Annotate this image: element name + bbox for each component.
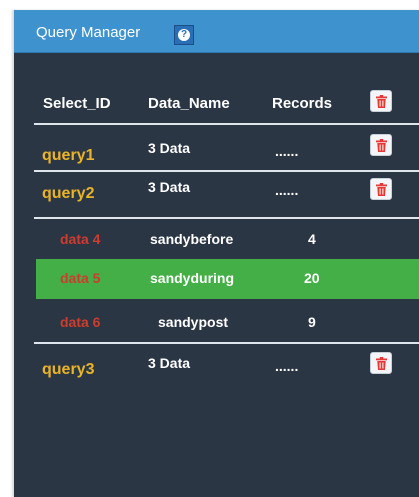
question-circle-icon: ? — [178, 29, 190, 41]
query-select-id[interactable]: query2 — [42, 185, 94, 203]
trash-icon — [376, 357, 387, 370]
column-header-select-id: Select_ID — [43, 95, 111, 112]
delete-query-button[interactable] — [370, 134, 392, 156]
row-divider — [34, 342, 419, 344]
help-button[interactable]: ? — [174, 25, 194, 45]
data-name: sandyduring — [150, 270, 235, 286]
data-select-id[interactable]: data 5 — [60, 270, 100, 286]
row-divider — [34, 217, 419, 219]
panel-header: Query Manager ? — [14, 10, 419, 53]
data-name: sandybefore — [150, 231, 234, 247]
trash-icon — [376, 95, 387, 108]
trash-icon — [376, 183, 387, 196]
query-select-id[interactable]: query1 — [42, 147, 94, 165]
query-records: ...... — [275, 182, 299, 198]
selected-data-row[interactable]: data 5 sandyduring 20 — [36, 259, 419, 299]
query-records: ...... — [275, 358, 299, 374]
query-data-name: 3 Data — [148, 355, 191, 371]
delete-query-button[interactable] — [370, 178, 392, 200]
data-select-id[interactable]: data 4 — [60, 231, 100, 247]
column-header-records: Records — [272, 95, 333, 112]
data-name: sandypost — [158, 314, 229, 330]
data-records: 4 — [308, 231, 316, 247]
delete-all-button[interactable] — [370, 90, 392, 112]
panel-title: Query Manager — [36, 24, 141, 41]
query-records: ...... — [275, 143, 299, 159]
query-data-name: 3 Data — [148, 140, 191, 156]
header-divider — [34, 123, 419, 125]
data-records: 9 — [308, 314, 316, 330]
delete-query-button[interactable] — [370, 352, 392, 374]
column-header-data-name: Data_Name — [148, 95, 230, 112]
data-records: 20 — [304, 270, 320, 286]
query-manager-panel: Query Manager ? Select_ID Data_Name Reco… — [13, 10, 419, 497]
trash-icon — [376, 139, 387, 152]
row-divider — [34, 170, 419, 172]
data-select-id[interactable]: data 6 — [60, 314, 100, 330]
query-select-id[interactable]: query3 — [42, 361, 94, 379]
query-data-name: 3 Data — [148, 179, 191, 195]
